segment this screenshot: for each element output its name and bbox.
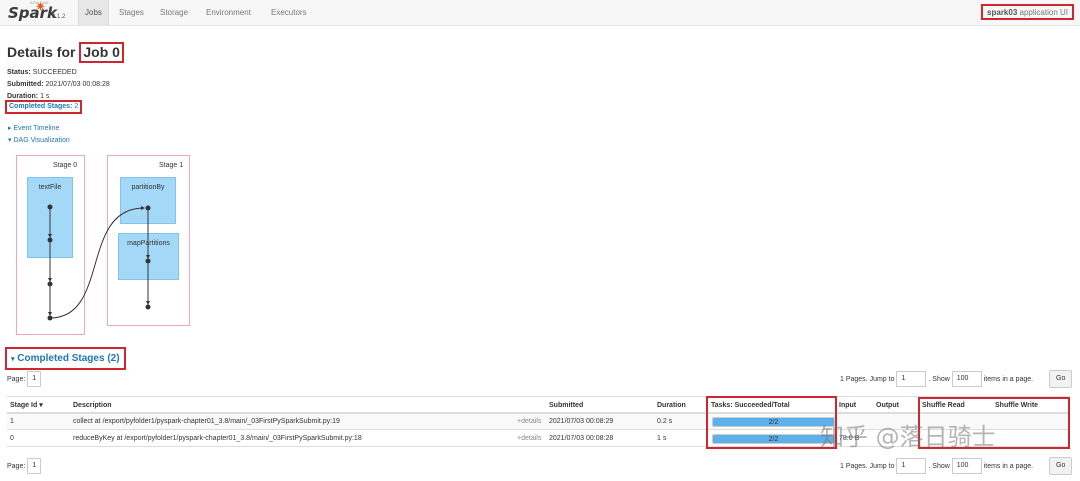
submitted-cell: 2021/07/03 00:08:28 bbox=[549, 435, 614, 442]
col-input[interactable]: Input bbox=[836, 397, 856, 415]
completed-stages-title[interactable]: Completed Stages (2) bbox=[17, 353, 119, 364]
dag-node bbox=[145, 304, 151, 310]
items-label: items in a page. bbox=[983, 375, 1034, 383]
app-suffix: application UI bbox=[1019, 8, 1068, 17]
dag-edges bbox=[47, 204, 151, 321]
pages-text: 1 Pages. Jump to bbox=[840, 375, 895, 383]
go-button[interactable]: Go bbox=[1049, 457, 1073, 475]
pages-text: 1 Pages. Jump to bbox=[840, 462, 895, 470]
application-name: spark03 application UI bbox=[981, 4, 1074, 20]
tab-executors[interactable]: Executors bbox=[265, 0, 313, 26]
paging-controls-bottom: 1 Pages. Jump to 1 . Show 100 items in a… bbox=[840, 458, 1033, 474]
dag-arrowhead bbox=[48, 278, 52, 282]
stage-id-cell: 1 bbox=[10, 418, 14, 425]
page-selector-top: Page: 1 bbox=[7, 371, 42, 387]
col-submitted[interactable]: Submitted bbox=[546, 397, 583, 415]
col-output[interactable]: Output bbox=[873, 397, 899, 415]
dag-node bbox=[47, 315, 53, 321]
stage-description-link[interactable]: reduceByKey at /export/pyfolder1/pyspark… bbox=[70, 431, 362, 447]
page-label: Page: bbox=[7, 462, 26, 470]
jump-to-input[interactable]: 1 bbox=[896, 371, 927, 387]
items-label: items in a page. bbox=[983, 462, 1034, 470]
page-label: Page: bbox=[7, 375, 26, 383]
dag-arrowhead bbox=[141, 206, 145, 210]
collapse-arrow-icon: ▾ bbox=[11, 356, 15, 363]
page-input[interactable]: 1 bbox=[27, 458, 42, 474]
paging-controls-top: 1 Pages. Jump to 1 . Show 100 items in a… bbox=[840, 371, 1033, 387]
dag-node bbox=[47, 237, 53, 243]
dag-node bbox=[145, 205, 151, 211]
dag-shuffle-edge bbox=[49, 207, 145, 319]
col-duration[interactable]: Duration bbox=[654, 397, 686, 415]
show-label: . Show bbox=[928, 462, 950, 470]
col-stage-id[interactable]: Stage Id ▾ bbox=[7, 397, 43, 415]
stage-description-link[interactable]: collect at /export/pyfolder1/pyspark-cha… bbox=[70, 414, 340, 430]
dag-node bbox=[47, 204, 53, 210]
stages-table-header: Stage Id ▾ Description Submitted Duratio… bbox=[7, 396, 1070, 414]
stage-id-cell: 0 bbox=[10, 435, 14, 442]
duration-cell: 1 s bbox=[657, 435, 667, 442]
col-description[interactable]: Description bbox=[70, 397, 112, 415]
page-selector-bottom: Page: 1 bbox=[7, 458, 42, 474]
jump-to-input[interactable]: 1 bbox=[896, 458, 927, 474]
show-label: . Show bbox=[928, 375, 950, 383]
dag-arrowhead bbox=[146, 301, 150, 305]
tab-environment[interactable]: Environment bbox=[200, 0, 257, 26]
details-toggle[interactable]: +details bbox=[514, 414, 541, 430]
app-name: spark03 bbox=[987, 8, 1018, 17]
dag-node bbox=[145, 258, 151, 264]
col-stage-id-label[interactable]: Stage Id bbox=[10, 402, 37, 409]
page-size-input[interactable]: 100 bbox=[951, 371, 982, 387]
dag-node bbox=[47, 281, 53, 287]
tasks-column-highlight bbox=[706, 396, 837, 449]
page-size-input[interactable]: 100 bbox=[951, 458, 982, 474]
go-button[interactable]: Go bbox=[1049, 370, 1073, 388]
completed-stages-header[interactable]: ▾ Completed Stages (2) bbox=[5, 347, 126, 370]
dag-arrowhead bbox=[48, 234, 52, 238]
dag-arrowhead bbox=[48, 312, 52, 316]
sort-desc-icon[interactable]: ▾ bbox=[39, 402, 43, 409]
details-toggle[interactable]: +details bbox=[514, 431, 541, 447]
page-input[interactable]: 1 bbox=[27, 371, 42, 387]
zhihu-watermark: 知乎 @落日骑士 bbox=[820, 423, 996, 451]
duration-cell: 0.2 s bbox=[657, 418, 673, 425]
dag-arrowhead bbox=[146, 255, 150, 259]
submitted-cell: 2021/07/03 00:08:29 bbox=[549, 418, 614, 425]
